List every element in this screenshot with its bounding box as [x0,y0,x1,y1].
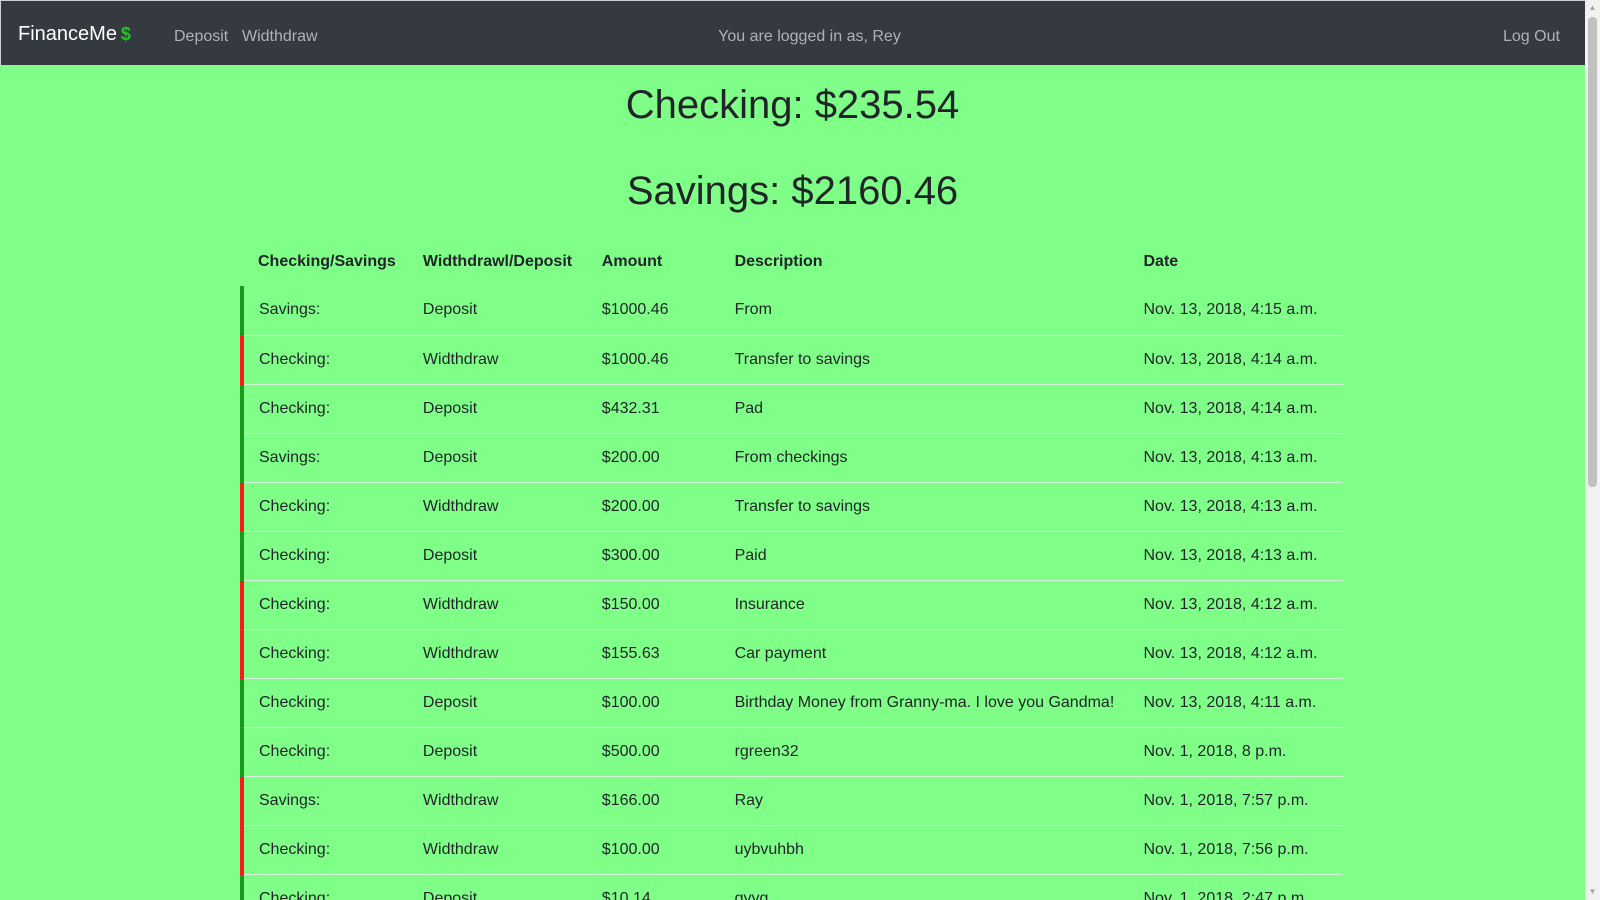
cell-type: Deposit [422,678,602,728]
cell-type: Deposit [422,727,602,777]
table-row: Checking: Widthdraw $1000.46 Transfer to sa… [240,335,1343,385]
cell-description: From checkings [734,433,1144,483]
cell-account: Checking: [240,531,423,581]
cell-account: Checking: [240,678,423,728]
table-row: Checking: Widthdraw $155.63 Car payment Nov.… [240,629,1343,679]
header-amount: Amount [601,253,663,270]
cell-amount: $1000.46 [601,286,735,336]
cell-amount: $300.00 [601,531,735,581]
logged-in-user-text: You are logged in as, Rey [718,28,901,45]
cell-type: Deposit [422,384,602,434]
cell-account: Savings: [240,433,423,483]
header-description: Description [734,253,823,270]
cell-description: Ray [734,776,1144,826]
transactions-table: Checking/Savings Widthdrawl/Deposit Amount… [240,240,1343,900]
cell-account: Checking: [240,482,423,532]
table-row: Checking: Deposit $10.14 gyyg Nov. 1, 2018, … [240,874,1343,900]
cell-date: Nov. 13, 2018, 4:12 a.m. [1143,580,1343,630]
page: FinanceMe $ Deposit Widthdraw You are lo… [0,0,1585,900]
cell-type: Widthdraw [422,629,602,679]
table-row: Savings: Deposit $1000.46 From Nov. 13, 2018… [240,286,1343,336]
cell-description: Pad [734,384,1144,434]
scroll-up-arrow-icon[interactable]: ▲ [1588,3,1597,13]
cell-type: Widthdraw [422,776,602,826]
navbar: FinanceMe $ Deposit Widthdraw You are lo… [0,0,1585,65]
cell-date: Nov. 13, 2018, 4:13 a.m. [1143,433,1343,483]
table-row: Savings: Deposit $200.00 From checkings Nov.… [240,433,1343,483]
table-header-row: Checking/Savings Widthdrawl/Deposit Amount… [242,240,1343,286]
cell-date: Nov. 13, 2018, 4:14 a.m. [1143,335,1343,385]
cell-date: Nov. 13, 2018, 4:15 a.m. [1143,286,1343,336]
cell-type: Deposit [422,286,602,336]
cell-description: Insurance [734,580,1144,630]
transactions-body: Savings: Deposit $1000.46 From Nov. 13, 2018… [240,286,1343,900]
cell-date: Nov. 1, 2018, 7:57 p.m. [1143,776,1343,826]
cell-date: Nov. 13, 2018, 4:14 a.m. [1143,384,1343,434]
cell-account: Savings: [240,286,423,336]
table-row: Checking: Deposit $300.00 Paid Nov. 13, 2018… [240,531,1343,581]
cell-description: rgreen32 [734,727,1144,777]
cell-date: Nov. 1, 2018, 2:47 p.m. [1143,874,1343,900]
cell-date: Nov. 13, 2018, 4:13 a.m. [1143,482,1343,532]
checking-balance: Checking: $235.54 [625,83,960,127]
cell-type: Deposit [422,531,602,581]
scrollbar-thumb[interactable] [1588,17,1597,487]
cell-account: Checking: [240,580,423,630]
cell-description: Transfer to savings [734,482,1144,532]
header-account: Checking/Savings [258,253,396,270]
cell-account: Checking: [240,825,423,875]
cell-type: Deposit [422,433,602,483]
vertical-scrollbar[interactable]: ▲ ▼ [1585,0,1600,900]
cell-description: Birthday Money from Granny-ma. I love yo… [734,678,1144,728]
cell-type: Widthdraw [422,482,602,532]
cell-amount: $155.63 [601,629,735,679]
cell-amount: $100.00 [601,678,735,728]
cell-description: gyyg [734,874,1144,900]
cell-date: Nov. 13, 2018, 4:12 a.m. [1143,629,1343,679]
cell-description: Paid [734,531,1144,581]
scroll-down-arrow-icon[interactable]: ▼ [1588,887,1597,897]
savings-balance: Savings: $2160.46 [626,169,959,213]
cell-amount: $500.00 [601,727,735,777]
table-row: Checking: Widthdraw $200.00 Transfer to sav… [240,482,1343,532]
table-row: Checking: Deposit $100.00 Birthday Money fr… [240,678,1343,728]
logout-link[interactable]: Log Out [1503,27,1560,47]
header-date: Date [1143,253,1179,270]
cell-amount: $10.14 [601,874,735,900]
table-row: Checking: Deposit $500.00 rgreen32 Nov. 1, 2… [240,727,1343,777]
cell-type: Widthdraw [422,825,602,875]
cell-amount: $432.31 [601,384,735,434]
cell-account: Checking: [240,727,423,777]
cell-date: Nov. 1, 2018, 8 p.m. [1143,727,1343,777]
cell-description: From [734,286,1144,336]
cell-date: Nov. 13, 2018, 4:11 a.m. [1143,678,1343,728]
cell-account: Checking: [240,629,423,679]
cell-account: Checking: [240,874,423,900]
header-type: Widthdrawl/Deposit [422,253,573,270]
cell-amount: $100.00 [601,825,735,875]
cell-account: Checking: [240,335,423,385]
cell-account: Savings: [240,776,423,826]
cell-date: Nov. 1, 2018, 7:56 p.m. [1143,825,1343,875]
cell-date: Nov. 13, 2018, 4:13 a.m. [1143,531,1343,581]
cell-amount: $200.00 [601,482,735,532]
table-row: Checking: Widthdraw $150.00 Insurance Nov. 1… [240,580,1343,630]
cell-amount: $1000.46 [601,335,735,385]
cell-description: uybvuhbh [734,825,1144,875]
cell-amount: $200.00 [601,433,735,483]
cell-type: Deposit [422,874,602,900]
table-row: Checking: Widthdraw $100.00 uybvuhbh Nov. 1,… [240,825,1343,875]
table-row: Checking: Deposit $432.31 Pad Nov. 13, 2018,… [240,384,1343,434]
cell-account: Checking: [240,384,423,434]
table-row: Savings: Widthdraw $166.00 Ray Nov. 1, 2018,… [240,776,1343,826]
cell-amount: $150.00 [601,580,735,630]
cell-type: Widthdraw [422,580,602,630]
cell-amount: $166.00 [601,776,735,826]
cell-description: Transfer to savings [734,335,1144,385]
cell-description: Car payment [734,629,1144,679]
cell-type: Widthdraw [422,335,602,385]
